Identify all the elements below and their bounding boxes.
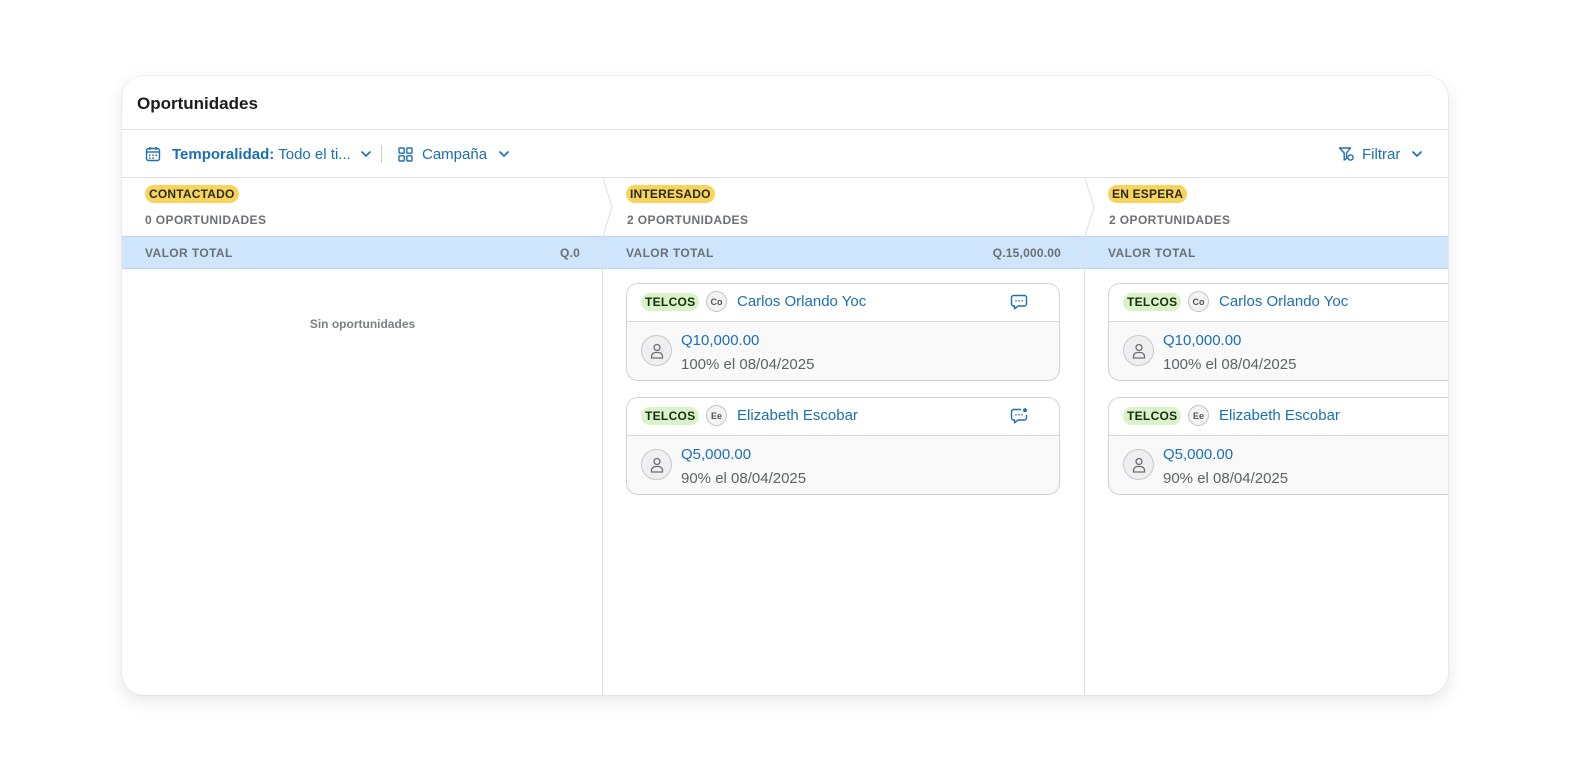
campaign-tag: TELCOS: [1123, 293, 1182, 311]
chevron-down-icon: [498, 150, 510, 158]
campana-dropdown[interactable]: Campaña: [398, 130, 510, 178]
stage-column-contactado: CONTACTADO 0 OPORTUNIDADES VALOR TOTAL Q…: [122, 178, 603, 695]
campaign-tag: TELCOS: [641, 407, 700, 425]
total-bar: VALOR TOTAL Q.0: [122, 236, 603, 269]
chat-bubble-unread-icon[interactable]: [1010, 407, 1028, 430]
opportunities-panel: Oportunidades Temporalidad: Todo el ti..…: [122, 76, 1448, 695]
stage-badge: CONTACTADO: [145, 185, 239, 203]
campaign-tag: TELCOS: [641, 293, 700, 311]
stage-badge: INTERESADO: [626, 185, 715, 203]
contact-name-link[interactable]: Carlos Orlando Yoc: [737, 293, 866, 310]
opportunity-card[interactable]: TELCOS Co Carlos Orlando Yoc Q10,000.00 …: [626, 283, 1060, 381]
temporalidad-dropdown[interactable]: Temporalidad: Todo el ti...: [145, 130, 372, 178]
total-label: VALOR TOTAL: [626, 246, 714, 260]
total-label: VALOR TOTAL: [1108, 246, 1196, 260]
opportunity-amount: Q10,000.00: [1163, 332, 1242, 349]
contact-name-link[interactable]: Carlos Orlando Yoc: [1219, 293, 1348, 310]
opportunity-probability: 100% el 08/04/2025: [681, 356, 815, 373]
chevron-down-icon: [1411, 150, 1423, 158]
stage-column-en-espera: EN ESPERA 2 OPORTUNIDADES VALOR TOTAL TE…: [1085, 178, 1448, 695]
grid-icon: [398, 146, 413, 162]
stage-count: 2 OPORTUNIDADES: [627, 213, 749, 227]
temporalidad-label: Temporalidad:: [172, 145, 275, 163]
stage-column-interesado: INTERESADO 2 OPORTUNIDADES VALOR TOTAL Q…: [603, 178, 1084, 695]
opportunity-amount: Q5,000.00: [681, 446, 752, 463]
campaign-tag: TELCOS: [1123, 407, 1182, 425]
chevron-down-icon: [360, 150, 372, 158]
calendar-icon: [145, 146, 161, 162]
temporalidad-value: Todo el ti...: [278, 145, 351, 163]
opportunity-card[interactable]: TELCOS Ee Elizabeth Escobar Q5,000.00 90…: [626, 397, 1060, 495]
empty-message: Sin oportunidades: [309, 317, 416, 331]
stage-count: 0 OPORTUNIDADES: [145, 213, 267, 227]
total-bar: VALOR TOTAL: [1085, 236, 1448, 269]
filter-icon: [1338, 146, 1354, 162]
filter-button[interactable]: Filtrar: [1338, 130, 1423, 178]
contact-initials: Co: [1188, 291, 1209, 312]
campana-label: Campaña: [422, 145, 488, 163]
chat-bubble-icon[interactable]: [1010, 293, 1028, 316]
contact-initials: Co: [706, 291, 727, 312]
opportunity-card[interactable]: TELCOS Co Carlos Orlando Yoc Q10,000.00 …: [1108, 283, 1448, 381]
opportunity-probability: 90% el 08/04/2025: [1163, 470, 1289, 487]
user-avatar-icon: [641, 335, 672, 366]
panel-title: Oportunidades: [137, 94, 258, 113]
filter-label: Filtrar: [1362, 145, 1401, 163]
stage-count: 2 OPORTUNIDADES: [1109, 213, 1231, 227]
opportunity-amount: Q10,000.00: [681, 332, 760, 349]
card-header: TELCOS Ee Elizabeth Escobar: [1109, 398, 1448, 436]
opportunity-probability: 90% el 08/04/2025: [681, 470, 807, 487]
contact-name-link[interactable]: Elizabeth Escobar: [1219, 407, 1340, 424]
total-value: Q.15,000.00: [992, 246, 1061, 260]
stage-badge: EN ESPERA: [1108, 185, 1188, 203]
opportunity-probability: 100% el 08/04/2025: [1163, 356, 1297, 373]
card-header: TELCOS Ee Elizabeth Escobar: [627, 398, 1059, 436]
contact-name-link[interactable]: Elizabeth Escobar: [737, 407, 858, 424]
opportunity-amount: Q5,000.00: [1163, 446, 1234, 463]
contact-initials: Ee: [1188, 405, 1209, 426]
card-header: TELCOS Co Carlos Orlando Yoc: [627, 284, 1059, 322]
user-avatar-icon: [1123, 335, 1154, 366]
card-header: TELCOS Co Carlos Orlando Yoc: [1109, 284, 1448, 322]
opportunity-card[interactable]: TELCOS Ee Elizabeth Escobar Q5,000.00 90…: [1108, 397, 1448, 495]
toolbar: Temporalidad: Todo el ti... Campaña Filt…: [122, 130, 1448, 178]
total-bar: VALOR TOTAL Q.15,000.00: [603, 236, 1084, 269]
user-avatar-icon: [1123, 449, 1154, 480]
total-label: VALOR TOTAL: [145, 246, 233, 260]
contact-initials: Ee: [706, 405, 727, 426]
kanban-board: CONTACTADO 0 OPORTUNIDADES VALOR TOTAL Q…: [122, 178, 1448, 695]
user-avatar-icon: [641, 449, 672, 480]
total-value: Q.0: [560, 246, 580, 260]
toolbar-separator: [381, 145, 382, 163]
